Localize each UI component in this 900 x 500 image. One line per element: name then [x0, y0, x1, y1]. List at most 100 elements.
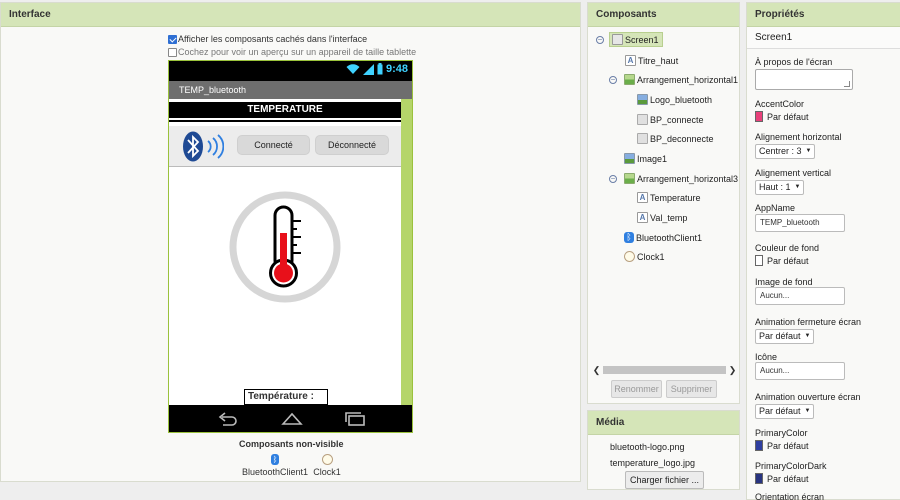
properties-title: Propriétés [747, 3, 900, 27]
nonvisible-bluetooth[interactable]: ᛒ BluetoothClient1 [242, 454, 308, 477]
bg-color-picker[interactable]: Par défaut [755, 255, 809, 266]
bluetooth-logo-icon[interactable] [182, 131, 224, 162]
primary-color-swatch[interactable] [755, 440, 763, 451]
app-title-bar: TEMP_bluetooth [169, 81, 412, 99]
show-hidden-label: Afficher les composants cachés dans l'in… [178, 34, 368, 44]
chevron-down-icon: ▼ [804, 333, 811, 339]
bluetooth-icon: ᛒ [624, 232, 634, 243]
tree-item-val-temp[interactable]: A Val_temp [637, 212, 687, 223]
about-screen-textarea[interactable] [755, 69, 853, 90]
open-anim-label: Animation ouverture écran [755, 392, 861, 402]
tree-item-bp-connecte[interactable]: BP_connecte [637, 114, 704, 125]
temperature-label[interactable]: Température : [244, 389, 328, 405]
scroll-right-icon[interactable]: ❯ [728, 365, 737, 376]
media-file[interactable]: bluetooth-logo.png [610, 442, 685, 452]
tree-item-screen1[interactable]: Screen1 [609, 32, 663, 47]
interface-panel: Interface Afficher les composants cachés… [0, 2, 581, 482]
components-hscroll[interactable]: ❮ ❯ [592, 365, 737, 375]
valign-select[interactable]: Haut : 1 ▼ [755, 180, 805, 195]
image-icon [624, 153, 635, 164]
primary-dark-swatch[interactable] [755, 473, 763, 484]
bg-color-label: Couleur de fond [755, 243, 820, 253]
primary-dark-label: PrimaryColorDark [755, 461, 827, 471]
status-time: 9:48 [385, 63, 408, 75]
tree-item-titre-haut[interactable]: A Titre_haut [625, 55, 678, 66]
delete-button[interactable]: Supprimer [666, 380, 717, 398]
nonvisible-title: Composants non-visible [239, 439, 344, 449]
back-icon [218, 412, 237, 426]
close-anim-select[interactable]: Par défaut ▼ [755, 329, 815, 344]
scroll-left-icon[interactable]: ❮ [592, 365, 601, 376]
arrangement-icon [624, 173, 635, 184]
show-hidden-checkbox[interactable] [168, 34, 177, 44]
screen-icon [612, 34, 623, 45]
tree-item-clock1[interactable]: Clock1 [624, 251, 665, 262]
arrangement-icon [624, 74, 635, 85]
show-hidden-checkbox-row[interactable]: Afficher les composants cachés dans l'in… [168, 34, 367, 44]
bg-color-swatch[interactable] [755, 255, 763, 266]
chevron-down-icon: ▼ [805, 148, 812, 154]
accent-color-swatch[interactable] [755, 111, 763, 122]
nonvisible-clock[interactable]: Clock1 [311, 454, 343, 477]
label-icon: A [625, 55, 636, 66]
bluetooth-icon: ᛒ [271, 454, 279, 465]
valign-label: Alignement vertical [755, 168, 832, 178]
screen-scrollbar[interactable] [401, 99, 412, 405]
bg-image-input[interactable]: Aucun... [755, 287, 845, 305]
titre-haut[interactable]: TEMPERATURE [169, 102, 401, 118]
nonvisible-clock-label: Clock1 [313, 467, 341, 477]
media-title: Média [588, 411, 739, 435]
connect-button[interactable]: Connecté [237, 135, 310, 155]
scroll-track[interactable] [603, 366, 726, 374]
interface-title: Interface [1, 3, 580, 27]
tree-item-logo-bluetooth[interactable]: Logo_bluetooth [637, 94, 712, 105]
battery-icon [377, 63, 383, 75]
upload-file-button[interactable]: Charger fichier ... [625, 471, 704, 489]
label-icon: A [637, 212, 648, 223]
signal-icon [362, 63, 374, 75]
collapse-arrangement3-toggle[interactable]: − [609, 175, 617, 183]
thermometer-image[interactable] [229, 191, 341, 303]
icon-label: Icône [755, 352, 778, 362]
appname-label: AppName [755, 203, 796, 213]
tree-item-arrangement1[interactable]: Arrangement_horizontal1 [624, 74, 738, 85]
button-icon [637, 114, 648, 125]
halign-select[interactable]: Centrer : 3 ▼ [755, 144, 816, 159]
collapse-screen1-toggle[interactable]: − [596, 36, 604, 44]
image-icon [637, 94, 648, 105]
primary-color-picker[interactable]: Par défaut [755, 440, 809, 451]
tree-item-bp-deconnecte[interactable]: BP_deconnecte [637, 133, 714, 144]
icon-input[interactable]: Aucun... [755, 362, 845, 380]
arrangement-horizontal1[interactable]: Connecté Déconnecté [169, 126, 401, 166]
separator-line [169, 120, 401, 122]
tree-item-image1[interactable]: Image1 [624, 153, 667, 164]
tablet-preview-checkbox-row[interactable]: Cochez pour voir un aperçu sur un appare… [168, 47, 416, 57]
properties-component-name: Screen1 [747, 27, 900, 49]
tablet-preview-label: Cochez pour voir un aperçu sur un appare… [178, 47, 417, 57]
chevron-down-icon: ▼ [804, 408, 811, 414]
orientation-label: Orientation écran [755, 492, 825, 500]
tree-item-arrangement3[interactable]: Arrangement_horizontal3 [624, 173, 738, 184]
properties-panel: Propriétés Screen1 À propos de l'écran A… [746, 2, 900, 500]
phone-preview: 9:48 TEMP_bluetooth TEMPERATURE Connecté… [168, 60, 413, 433]
accent-color-label: AccentColor [755, 99, 805, 109]
open-anim-select[interactable]: Par défaut ▼ [755, 404, 815, 419]
disconnect-button[interactable]: Déconnecté [315, 135, 389, 155]
collapse-arrangement1-toggle[interactable]: − [609, 76, 617, 84]
button-icon [637, 133, 648, 144]
components-title: Composants [588, 3, 739, 27]
separator-line-2 [169, 166, 401, 167]
appname-input[interactable]: TEMP_bluetooth [755, 214, 845, 232]
wifi-icon [346, 63, 360, 74]
media-file[interactable]: temperature_logo.jpg [610, 458, 695, 468]
tree-item-temperature[interactable]: A Temperature [637, 192, 701, 203]
chevron-down-icon: ▼ [794, 184, 801, 190]
screen-area[interactable]: TEMPERATURE Connecté Déconnecté Températ… [169, 99, 401, 405]
tree-item-bluetoothclient1[interactable]: ᛒ BluetoothClient1 [624, 232, 702, 243]
primary-dark-picker[interactable]: Par défaut [755, 473, 809, 484]
tablet-preview-checkbox[interactable] [168, 47, 177, 57]
accent-color-picker[interactable]: Par défaut [755, 111, 809, 122]
label-icon: A [637, 192, 648, 203]
resize-grip-icon[interactable] [844, 81, 850, 87]
rename-button[interactable]: Renommer [611, 380, 662, 398]
